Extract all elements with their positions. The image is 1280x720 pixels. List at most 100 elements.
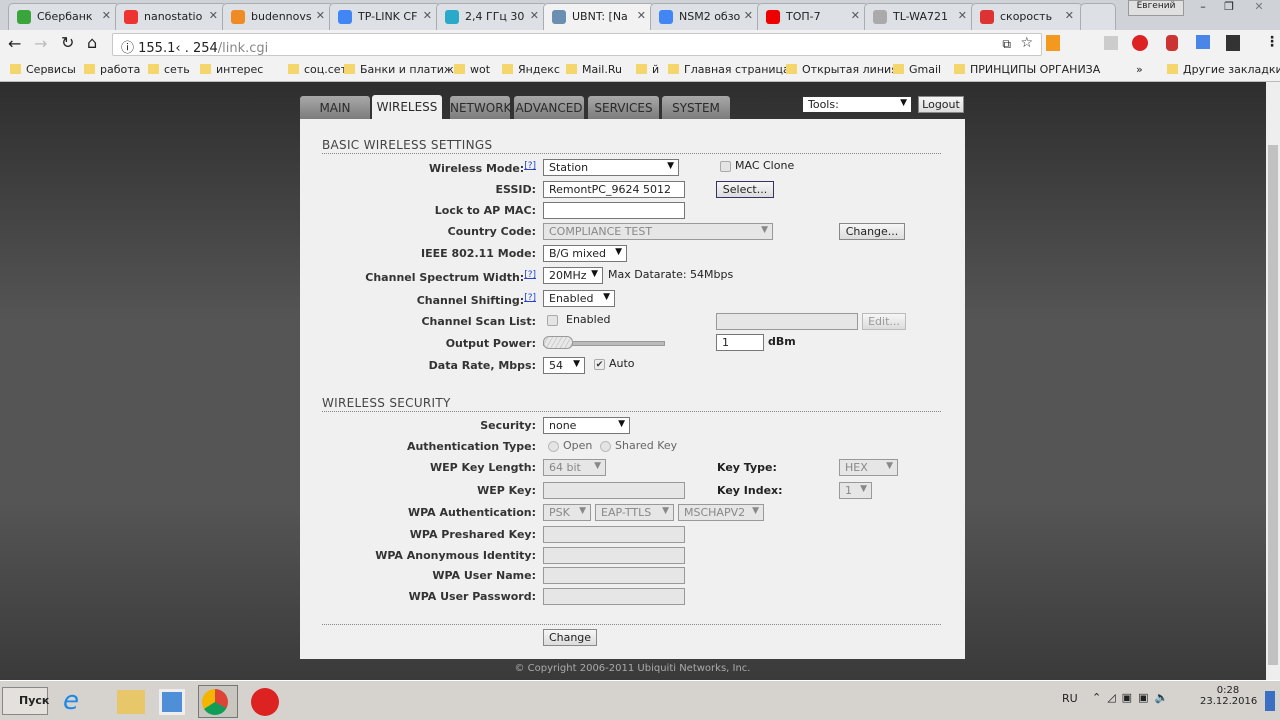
- browser-tab[interactable]: ТОП-7 ✕: [757, 3, 869, 30]
- nav-tab-network[interactable]: NETWORK: [450, 96, 511, 119]
- lock-ap-mac-input[interactable]: [543, 202, 685, 219]
- app-icon[interactable]: [251, 688, 279, 716]
- nav-tab-services[interactable]: SERVICES: [588, 96, 659, 119]
- start-button[interactable]: Пуск: [2, 687, 49, 715]
- nav-tab-system[interactable]: SYSTEM: [662, 96, 730, 119]
- bookmark-item[interactable]: Яндекс: [502, 63, 560, 76]
- close-tab-icon[interactable]: ✕: [744, 9, 753, 22]
- new-tab-button[interactable]: [1080, 3, 1116, 30]
- bookmark-item[interactable]: сеть: [148, 63, 190, 76]
- nav-tab-advanced[interactable]: ADVANCED: [514, 96, 584, 119]
- browser-tab[interactable]: 2,4 ГГц 30 ✕: [436, 3, 548, 30]
- browser-tab[interactable]: NSM2 обзо ✕: [650, 3, 762, 30]
- wpa-pass-input[interactable]: [543, 588, 685, 605]
- mac-clone-checkbox[interactable]: [720, 161, 731, 172]
- extension-icon[interactable]: [1166, 35, 1178, 51]
- nav-tab-main[interactable]: MAIN: [300, 96, 370, 119]
- close-tab-icon[interactable]: ✕: [958, 9, 967, 22]
- close-tab-icon[interactable]: ✕: [209, 9, 218, 22]
- wpa-anon-input[interactable]: [543, 547, 685, 564]
- output-power-input[interactable]: 1: [716, 334, 764, 351]
- ie-icon[interactable]: e: [63, 686, 79, 716]
- wpa-auth-select[interactable]: PSK: [543, 504, 591, 521]
- menu-icon[interactable]: ⋮: [1265, 34, 1279, 50]
- browser-tab[interactable]: UBNT: [Na ✕: [543, 3, 655, 30]
- ieee-mode-select[interactable]: B/G mixed: [543, 245, 627, 262]
- extension-icon[interactable]: [1104, 36, 1118, 50]
- close-tab-icon[interactable]: ✕: [637, 9, 646, 22]
- bookmark-item[interactable]: й: [636, 63, 659, 76]
- show-desktop-button[interactable]: [1265, 691, 1275, 711]
- close-tab-icon[interactable]: ✕: [530, 9, 539, 22]
- bookmark-item[interactable]: Банки и платижи: [344, 63, 461, 76]
- bookmark-item[interactable]: Открытая линия: [786, 63, 898, 76]
- scrollbar-thumb[interactable]: [1268, 145, 1278, 665]
- close-tab-icon[interactable]: ✕: [1065, 9, 1074, 22]
- info-icon[interactable]: ⓘ: [121, 41, 138, 56]
- help-link[interactable]: [?]: [524, 161, 536, 171]
- bookmark-item[interactable]: Mail.Ru: [566, 63, 622, 76]
- auth-shared-radio[interactable]: [600, 441, 611, 452]
- tools-select[interactable]: Tools:: [802, 96, 912, 113]
- profile-button[interactable]: Евгений: [1128, 0, 1184, 16]
- adblock-icon[interactable]: [1132, 35, 1148, 51]
- minimize-button[interactable]: –: [1190, 0, 1216, 16]
- change-country-button[interactable]: Change...: [839, 223, 905, 240]
- edit-scan-button[interactable]: Edit...: [862, 313, 906, 330]
- wpa-psk-input[interactable]: [543, 526, 685, 543]
- select-ssid-button[interactable]: Select...: [716, 181, 774, 198]
- key-index-select[interactable]: 1: [839, 482, 872, 499]
- clock[interactable]: 0:28 23.12.2016: [1200, 685, 1257, 707]
- back-icon[interactable]: ←: [8, 34, 21, 53]
- browser-tab[interactable]: budennovs ✕: [222, 3, 334, 30]
- wpa-user-input[interactable]: [543, 567, 685, 584]
- extension-icon[interactable]: [1226, 35, 1240, 51]
- bookmarks-overflow[interactable]: »: [1136, 63, 1143, 76]
- chrome-icon[interactable]: [202, 689, 228, 715]
- scan-list-input[interactable]: [716, 313, 858, 330]
- address-bar[interactable]: ⓘ 155.1‹ . 254/link.cgi ⧉ ☆: [112, 33, 1042, 56]
- maximize-button[interactable]: ❐: [1216, 0, 1242, 16]
- channel-shifting-select[interactable]: Enabled: [543, 290, 615, 307]
- auth-open-radio[interactable]: [548, 441, 559, 452]
- help-link[interactable]: [?]: [524, 293, 536, 303]
- change-button[interactable]: Change: [543, 629, 597, 646]
- country-code-select[interactable]: COMPLIANCE TEST: [543, 223, 773, 240]
- data-rate-select[interactable]: 54: [543, 357, 585, 374]
- nav-tab-wireless[interactable]: WIRELESS: [372, 95, 442, 119]
- wireless-mode-select[interactable]: Station: [543, 159, 679, 176]
- translate-icon[interactable]: ⧉: [1002, 37, 1011, 52]
- close-tab-icon[interactable]: ✕: [102, 9, 111, 22]
- tray-icons[interactable]: ⌃◿▣▣🔈: [1092, 691, 1174, 704]
- wpa-inner-auth-select[interactable]: MSCHAPV2: [678, 504, 764, 521]
- essid-input[interactable]: RemontPC_9624 5012: [543, 181, 685, 198]
- close-tab-icon[interactable]: ✕: [316, 9, 325, 22]
- forward-icon[interactable]: →: [34, 34, 47, 53]
- bookmark-item[interactable]: работа: [84, 63, 140, 76]
- other-bookmarks[interactable]: Другие закладки: [1167, 63, 1280, 76]
- wep-key-length-select[interactable]: 64 bit: [543, 459, 606, 476]
- language-indicator[interactable]: RU: [1062, 692, 1078, 705]
- bookmark-item[interactable]: Сервисы: [10, 63, 76, 76]
- browser-tab[interactable]: TL-WA721 ✕: [864, 3, 976, 30]
- bookmark-item[interactable]: Главная страница: [668, 63, 790, 76]
- help-link[interactable]: [?]: [524, 270, 536, 280]
- bookmark-star-icon[interactable]: ☆: [1020, 35, 1033, 51]
- bookmark-item[interactable]: ПРИНЦИПЫ ОРГАНИЗА: [954, 63, 1100, 76]
- security-select[interactable]: none: [543, 417, 630, 434]
- wep-key-input[interactable]: [543, 482, 685, 499]
- media-player-icon[interactable]: [159, 689, 185, 715]
- home-icon[interactable]: ⌂: [87, 33, 97, 52]
- reload-icon[interactable]: ↻: [61, 33, 74, 52]
- bookmark-item[interactable]: интерес: [200, 63, 263, 76]
- bookmark-item[interactable]: Gmail: [893, 63, 941, 76]
- scan-enabled-checkbox[interactable]: [547, 315, 558, 326]
- spectrum-width-select[interactable]: 20MHz: [543, 267, 603, 284]
- close-tab-icon[interactable]: ✕: [423, 9, 432, 22]
- browser-tab[interactable]: nanostatio ✕: [115, 3, 227, 30]
- browser-tab[interactable]: Сбербанк ✕: [8, 3, 120, 30]
- close-window-button[interactable]: ✕: [1244, 0, 1274, 16]
- output-power-slider-thumb[interactable]: [543, 336, 573, 349]
- logout-button[interactable]: Logout: [918, 96, 964, 113]
- odnoklassniki-ext-icon[interactable]: [1046, 35, 1060, 51]
